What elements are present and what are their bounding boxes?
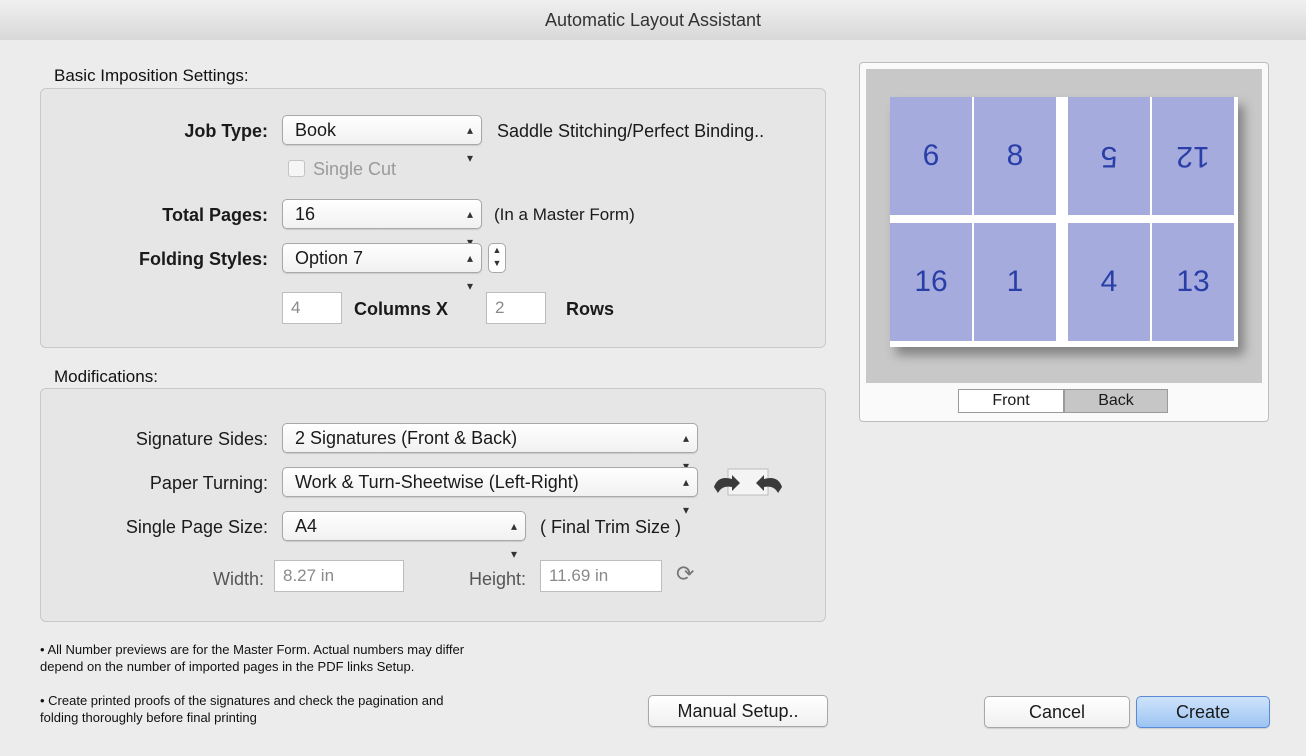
folding-styles-value: Option 7 xyxy=(295,248,364,268)
folding-styles-label: Folding Styles: xyxy=(138,249,268,269)
window-title: Automatic Layout Assistant xyxy=(0,0,1306,41)
note-line: depend on the number of imported pages i… xyxy=(40,659,415,674)
height-label: Height: xyxy=(468,569,526,589)
columns-field[interactable]: 4 xyxy=(282,292,342,324)
preview-page-5: 5 xyxy=(1068,97,1150,215)
popup-arrows-icon: ▴ ▾ xyxy=(466,123,473,165)
signature-sides-value: 2 Signatures (Front & Back) xyxy=(295,428,518,448)
tab-front[interactable]: Front xyxy=(958,389,1064,413)
rows-label: Rows xyxy=(566,299,615,319)
total-pages-label: Total Pages: xyxy=(162,205,268,225)
preview-canvas: 6 8 5 12 16 1 4 13 xyxy=(866,69,1262,383)
preview-page-13: 13 xyxy=(1152,223,1234,341)
job-type-label: Job Type: xyxy=(184,121,268,141)
folding-styles-stepper[interactable]: ▲ ▼ xyxy=(488,243,506,273)
job-type-note: Saddle Stitching/Perfect Binding.. xyxy=(497,121,765,141)
paper-turning-label: Paper Turning: xyxy=(149,473,268,493)
job-type-popup[interactable]: Book ▴ ▾ xyxy=(282,115,482,165)
single-page-size-label: Single Page Size: xyxy=(125,517,268,537)
note-line: • Create printed proofs of the signature… xyxy=(40,693,444,708)
total-pages-note: (In a Master Form) xyxy=(494,205,635,224)
popup-arrows-icon: ▴ ▾ xyxy=(466,251,473,293)
paper-turning-value: Work & Turn-Sheetwise (Left-Right) xyxy=(295,472,579,492)
job-type-value: Book xyxy=(295,120,337,140)
cancel-button[interactable]: Cancel xyxy=(984,696,1130,728)
checkbox-icon xyxy=(288,160,305,177)
note-master-form: • All Number previews are for the Master… xyxy=(40,641,464,675)
final-trim-size-note: ( Final Trim Size ) xyxy=(540,517,682,537)
work-and-turn-icon xyxy=(714,468,782,496)
preview-page-12: 12 xyxy=(1152,97,1234,215)
folding-styles-popup[interactable]: Option 7 ▴ ▾ xyxy=(282,243,482,293)
create-button[interactable]: Create xyxy=(1136,696,1270,728)
rows-field[interactable]: 2 xyxy=(486,292,546,324)
single-cut-label: Single Cut xyxy=(313,159,397,179)
modifications-label: Modifications: xyxy=(54,367,158,386)
preview-page-6: 6 xyxy=(890,97,972,215)
single-page-size-popup[interactable]: A4 ▴ ▾ xyxy=(282,511,526,561)
tab-back[interactable]: Back xyxy=(1064,389,1168,413)
height-field[interactable]: 11.69 in xyxy=(540,560,662,592)
columns-label: Columns X xyxy=(354,299,449,319)
total-pages-value: 16 xyxy=(295,204,316,224)
paper-turning-popup[interactable]: Work & Turn-Sheetwise (Left-Right) ▴ ▾ xyxy=(282,467,698,517)
popup-arrows-icon: ▴ ▾ xyxy=(682,475,689,517)
preview-page-1: 1 xyxy=(974,223,1056,341)
width-field[interactable]: 8.27 in xyxy=(274,560,404,592)
press-sheet: 6 8 5 12 16 1 4 13 xyxy=(890,97,1238,347)
swap-orientation-icon[interactable]: ⟳ xyxy=(676,561,694,587)
preview-page-8: 8 xyxy=(974,97,1056,215)
dialog-body: Basic Imposition Settings: Job Type: Boo… xyxy=(0,40,1306,756)
signature-sides-label: Signature Sides: xyxy=(135,429,268,449)
note-line: folding thoroughly before final printing xyxy=(40,710,257,725)
basic-settings-label: Basic Imposition Settings: xyxy=(54,66,249,85)
single-page-size-value: A4 xyxy=(295,516,318,536)
width-label: Width: xyxy=(212,569,264,589)
note-line: • All Number previews are for the Master… xyxy=(40,642,465,657)
single-cut-checkbox[interactable]: Single Cut xyxy=(288,159,396,180)
preview-page-4: 4 xyxy=(1068,223,1150,341)
signature-sides-popup[interactable]: 2 Signatures (Front & Back) ▴ ▾ xyxy=(282,423,698,473)
manual-setup-button[interactable]: Manual Setup.. xyxy=(648,695,828,727)
note-proofs: • Create printed proofs of the signature… xyxy=(40,692,443,726)
preview-page-16: 16 xyxy=(890,223,972,341)
layout-preview: 6 8 5 12 16 1 4 13 Front Back xyxy=(859,62,1269,422)
total-pages-popup[interactable]: 16 ▴ ▾ xyxy=(282,199,482,249)
popup-arrows-icon: ▴ ▾ xyxy=(510,519,517,561)
